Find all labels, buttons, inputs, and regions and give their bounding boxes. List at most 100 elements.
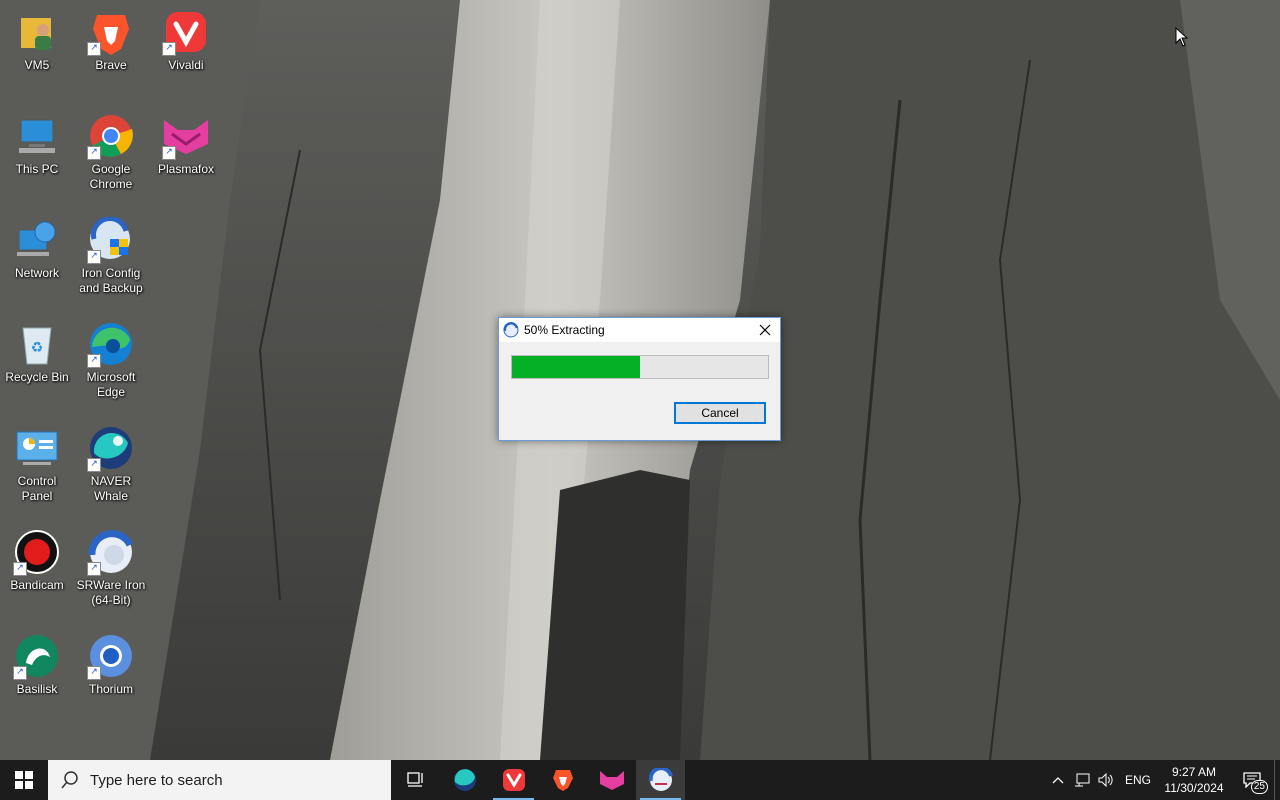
taskbar-plasmafox-button[interactable]: [587, 760, 636, 800]
taskbar-brave-button[interactable]: [538, 760, 587, 800]
network-status-button[interactable]: [1070, 760, 1094, 800]
shortcut-arrow-icon: ↗: [87, 146, 101, 160]
computer-icon: [13, 112, 61, 160]
clock-button[interactable]: 9:27 AM 11/30/2024: [1158, 760, 1230, 800]
plasmafox-icon: ↗: [162, 112, 210, 160]
chevron-up-icon: [1052, 777, 1064, 784]
close-icon: [759, 324, 771, 336]
system-tray: ENG 9:27 AM 11/30/2024 25: [1046, 760, 1280, 800]
desktop-icon-label: Basilisk: [16, 682, 58, 696]
shortcut-arrow-icon: ↗: [87, 562, 101, 576]
desktop-icon-vivaldi[interactable]: ↗ Vivaldi: [149, 8, 223, 73]
desktop-icon-label: Vivaldi: [168, 58, 204, 72]
desktop-icon-label: Iron Config and Backup: [79, 266, 143, 295]
desktop-icon-brave[interactable]: ↗ Brave: [74, 8, 148, 73]
desktop-icon-basilisk[interactable]: ↗ Basilisk: [0, 632, 74, 697]
whale-icon: [453, 769, 476, 791]
mouse-cursor-icon: [1175, 27, 1189, 47]
svg-text:♻: ♻: [31, 340, 44, 356]
desktop-icon-label: Google Chrome: [89, 162, 133, 191]
taskbar-whale-button[interactable]: [440, 760, 489, 800]
desktop-icon-label: Recycle Bin: [5, 370, 69, 384]
desktop-icon-network[interactable]: Network: [0, 216, 74, 281]
show-desktop-button[interactable]: [1274, 760, 1280, 800]
desktop-icon-label: Thorium: [88, 682, 133, 696]
desktop-icon-label: Control Panel: [17, 474, 57, 503]
vivaldi-icon: [502, 769, 525, 791]
iron-config-icon: ↗: [87, 216, 135, 264]
clock-date: 11/30/2024: [1164, 781, 1224, 795]
desktop-icon-plasmafox[interactable]: ↗ Plasmafox: [149, 112, 223, 177]
shortcut-arrow-icon: ↗: [87, 666, 101, 680]
progress-fill: [512, 356, 640, 378]
desktop-icon-vm5[interactable]: VM5: [0, 8, 74, 73]
desktop-icon-bandicam[interactable]: ↗ Bandicam: [0, 528, 74, 593]
desktop-icon-label: Network: [14, 266, 59, 280]
desktop-icon-label: SRWare Iron (64-Bit): [76, 578, 146, 607]
notification-count-badge: 25: [1250, 780, 1268, 794]
shortcut-arrow-icon: ↗: [87, 250, 101, 264]
taskbar: Type here to search ENG 9:27 AM 11/30/20…: [0, 760, 1280, 800]
chrome-icon: ↗: [87, 112, 135, 160]
desktop-icon-iron-config[interactable]: ↗ Iron Config and Backup: [74, 216, 148, 296]
shortcut-arrow-icon: ↗: [162, 146, 176, 160]
basilisk-icon: ↗: [13, 632, 61, 680]
taskbar-search-box[interactable]: Type here to search: [48, 760, 391, 800]
show-hidden-icons-button[interactable]: [1046, 760, 1070, 800]
desktop-icon-recycle-bin[interactable]: ♻ Recycle Bin: [0, 320, 74, 385]
shortcut-arrow-icon: ↗: [87, 42, 101, 56]
whale-icon: ↗: [87, 424, 135, 472]
search-placeholder: Type here to search: [90, 771, 223, 789]
desktop-icon-naver-whale[interactable]: ↗ NAVER Whale: [74, 424, 148, 504]
task-view-icon: [406, 772, 423, 787]
shortcut-arrow-icon: ↗: [162, 42, 176, 56]
extracting-dialog: 50% Extracting Cancel: [498, 317, 781, 441]
search-icon: [61, 771, 78, 789]
control-panel-icon: [13, 424, 61, 472]
bandicam-record-icon: ↗: [13, 528, 61, 576]
desktop-icon-label: Brave: [95, 58, 127, 72]
desktop-icon-label: This PC: [15, 162, 59, 176]
edge-icon: ↗: [87, 320, 135, 368]
desktop-icon-srware-iron[interactable]: ↗ SRWare Iron (64-Bit): [74, 528, 148, 608]
volume-button[interactable]: [1094, 760, 1118, 800]
start-button[interactable]: [0, 760, 48, 800]
input-language-button[interactable]: ENG: [1118, 760, 1158, 800]
network-globe-icon: [13, 216, 61, 264]
taskbar-vivaldi-button[interactable]: [489, 760, 538, 800]
windows-logo-icon: [15, 771, 33, 789]
desktop-icon-this-pc[interactable]: This PC: [0, 112, 74, 177]
desktop-icon-label: NAVER Whale: [90, 474, 132, 503]
thorium-icon: ↗: [87, 632, 135, 680]
desktop-icon-control-panel[interactable]: Control Panel: [0, 424, 74, 504]
speaker-icon: [1098, 773, 1113, 787]
clock-time: 9:27 AM: [1171, 765, 1216, 779]
desktop-icon-label: Bandicam: [10, 578, 64, 592]
srware-iron-icon: ↗: [87, 528, 135, 576]
shortcut-arrow-icon: ↗: [13, 562, 27, 576]
desktop-icon-thorium[interactable]: ↗ Thorium: [74, 632, 148, 697]
folder-user-icon: [13, 8, 61, 56]
brave-lion-icon: ↗: [87, 8, 135, 56]
action-center-button[interactable]: 25: [1230, 760, 1274, 800]
dialog-title: 50% Extracting: [524, 323, 605, 337]
close-button[interactable]: [750, 318, 780, 342]
dialog-titlebar[interactable]: 50% Extracting: [499, 318, 780, 342]
shortcut-arrow-icon: ↗: [87, 458, 101, 472]
desktop-icon-label: Plasmafox: [157, 162, 215, 176]
desktop-icon-label: Microsoft Edge: [86, 370, 136, 399]
desktop-icon-microsoft-edge[interactable]: ↗ Microsoft Edge: [74, 320, 148, 400]
vivaldi-icon: ↗: [162, 8, 210, 56]
recycle-bin-icon: ♻: [13, 320, 61, 368]
task-view-button[interactable]: [391, 760, 440, 800]
srware-iron-icon: [648, 768, 673, 791]
shortcut-arrow-icon: ↗: [87, 354, 101, 368]
network-wired-icon: [1075, 773, 1090, 787]
desktop-icon-label: VM5: [24, 58, 50, 72]
desktop-icon-google-chrome[interactable]: ↗ Google Chrome: [74, 112, 148, 192]
taskbar-srware-iron-button[interactable]: [636, 760, 685, 800]
cancel-button[interactable]: Cancel: [674, 402, 766, 424]
shortcut-arrow-icon: ↗: [13, 666, 27, 680]
brave-lion-icon: [552, 770, 573, 791]
srware-iron-app-icon: [503, 322, 519, 338]
